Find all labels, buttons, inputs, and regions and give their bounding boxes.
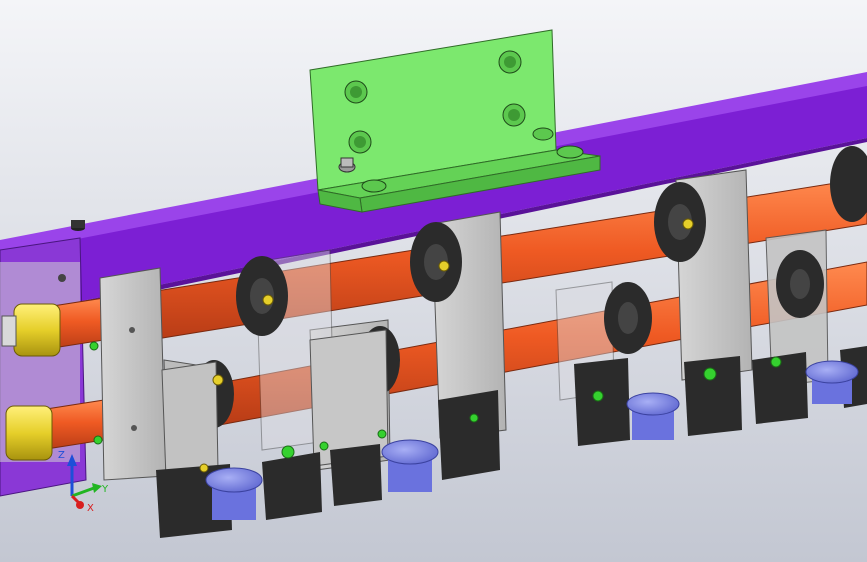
triad-x-label: X — [87, 503, 94, 514]
blue-cap-4[interactable] — [805, 360, 859, 404]
cad-graphics-viewport[interactable]: Z Y X — [0, 0, 867, 562]
triad-z-label: Z — [58, 450, 65, 461]
blue-cap-2[interactable] — [381, 439, 439, 492]
blue-cap-1[interactable] — [205, 467, 263, 520]
assembly-model[interactable]: Z Y X — [0, 0, 867, 562]
triad-y-arrow — [92, 483, 102, 493]
triad-x-arrow — [76, 501, 84, 509]
blue-cap-3[interactable] — [626, 392, 680, 440]
triad-y-label: Y — [101, 484, 109, 495]
brass-fitting-lower[interactable] — [5, 405, 53, 461]
triad-y-axis — [71, 486, 95, 498]
